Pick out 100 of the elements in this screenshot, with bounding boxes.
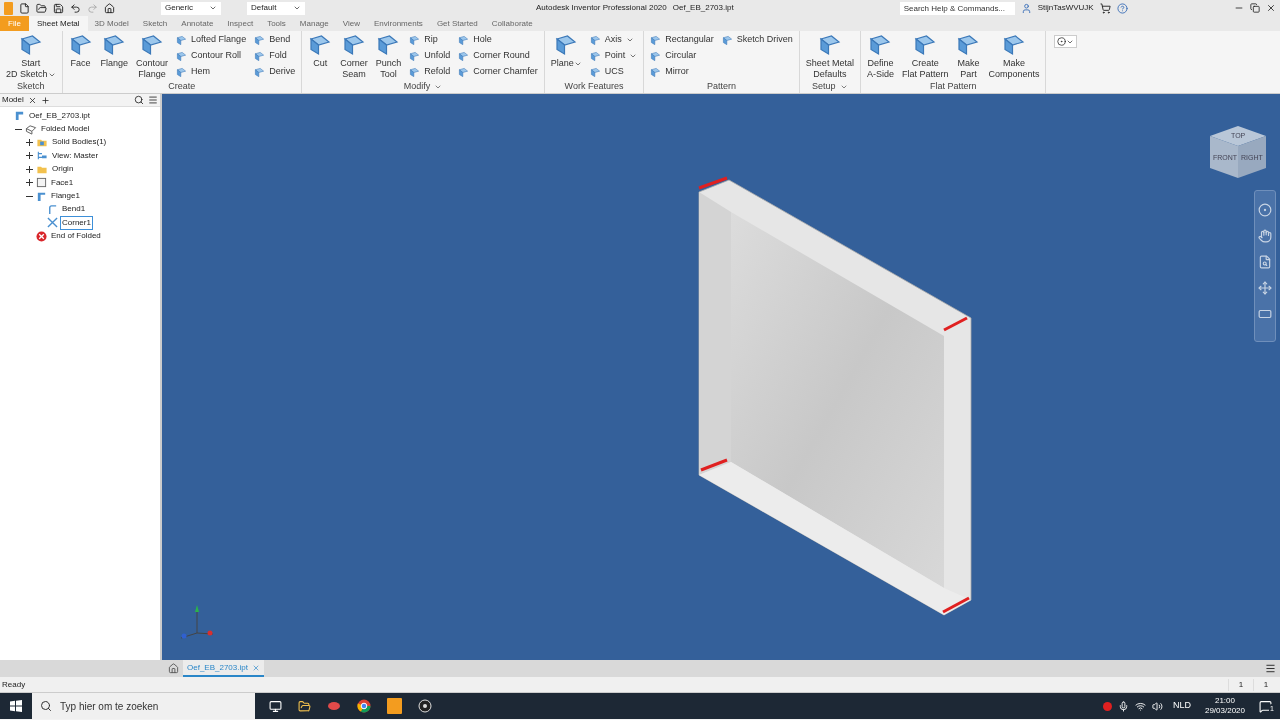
user-icon[interactable] [1020,2,1032,14]
ribbon-tab[interactable]: Environments [366,16,430,31]
ribbon-button[interactable]: Face [64,31,97,81]
ribbon-button[interactable]: Point [589,49,638,63]
ribbon-button[interactable]: Hem [176,65,247,79]
clock-date[interactable]: 29/03/2020 [1204,706,1245,716]
ribbon-tab[interactable]: Collaborate [484,16,540,31]
ribbon-button[interactable]: Bend [254,33,296,47]
ribbon-button[interactable]: Define A-Side [862,31,898,81]
volume-icon[interactable] [1151,700,1163,712]
user-name[interactable]: StijnTasWVUJK [1037,2,1094,14]
sheet-icon [140,33,165,57]
tree-item[interactable]: Folded Model [39,122,92,137]
panel-options-button[interactable] [1054,35,1078,48]
clock-time[interactable]: 21:00 [1214,696,1235,706]
sheet-icon [254,66,266,78]
ribbon-button[interactable]: Start 2D Sketch [2,31,60,81]
expand-icon[interactable] [25,138,33,146]
ribbon-button[interactable]: Flange [96,31,133,81]
home-icon[interactable] [104,2,115,14]
tree-item[interactable]: Solid Bodies(1) [50,135,109,150]
ribbon-button[interactable]: Lofted Flange [176,33,247,47]
zoom-icon[interactable] [1258,255,1272,269]
sheet-icon [650,34,662,46]
tree-item[interactable]: End of Folded [49,229,103,244]
tree-item[interactable]: Face1 [49,175,76,190]
ribbon-button[interactable]: UCS [589,65,638,79]
close-icon[interactable] [27,95,37,105]
ribbon-button[interactable]: Make Components [984,31,1044,81]
ribbon-button[interactable]: Mirror [650,65,714,79]
ribbon-button[interactable]: Cut [304,31,337,81]
undo-icon[interactable] [70,2,81,14]
ribbon-button[interactable]: Sheet Metal Defaults [801,31,858,81]
ribbon-button[interactable]: Corner Round [458,49,538,63]
panel-menu-button[interactable]: Setup [812,80,848,94]
ribbon-button[interactable]: Corner Seam [336,31,372,81]
sheet-icon [68,33,93,57]
ribbon-button[interactable]: Make Part [952,31,985,81]
ribbon-tab[interactable]: Manage [292,16,336,31]
add-icon[interactable] [40,95,50,105]
ribbon-button[interactable]: Derive [254,65,296,79]
notification-icon[interactable] [1259,699,1272,713]
ribbon-button[interactable]: Circular [650,49,714,63]
ribbon-tab[interactable]: 3D Model [87,16,136,31]
tree-item[interactable]: Origin [50,162,76,177]
tree-item[interactable]: Oef_EB_2703.ipt [27,108,92,123]
menu-icon[interactable] [1265,663,1276,674]
save-icon[interactable] [53,2,64,14]
expand-icon[interactable] [25,152,33,160]
browser-icon[interactable] [357,699,371,713]
ribbon-tab[interactable]: View [335,16,367,31]
tree-item[interactable]: Corner1 [60,215,93,230]
document-tab[interactable]: Oef_EB_2703.ipt [183,660,264,677]
help-icon[interactable] [1116,2,1128,14]
expand-icon[interactable] [25,179,33,187]
ribbon-button[interactable]: Rip [409,33,451,47]
ribbon-tab[interactable]: Sketch [135,16,175,31]
panel-menu-button[interactable]: Modify [403,80,443,94]
ribbon-button[interactable]: Axis [589,33,638,47]
open-folder-icon[interactable] [36,2,47,14]
file-explorer-icon[interactable] [298,699,311,713]
expand-icon[interactable] [25,165,33,173]
sheet-icon [308,33,333,57]
language-indicator[interactable]: NLD [1172,699,1191,713]
ribbon-tab[interactable]: Annotate [174,16,221,31]
ribbon-button[interactable]: Fold [254,49,296,63]
ribbon-tab[interactable]: Get Started [429,16,485,31]
ribbon-tab[interactable]: Inspect [220,16,261,31]
windows-logo[interactable] [10,700,22,712]
app-icon[interactable] [327,699,341,713]
ribbon-button[interactable]: Hole [458,33,538,47]
microphone-icon[interactable] [1117,700,1129,712]
tree-item[interactable]: View: Master [50,148,101,163]
ribbon-button[interactable]: Refold [409,65,451,79]
search-icon[interactable] [134,95,144,105]
home-icon[interactable] [168,663,179,674]
search-field[interactable]: Search Help & Commands... [899,1,1015,15]
ribbon-button[interactable]: Rectangular [650,33,714,47]
ribbon-button[interactable]: Corner Chamfer [458,65,538,79]
tree-item[interactable]: Flange1 [49,189,82,204]
restore-icon[interactable] [1250,3,1260,13]
ribbon-button[interactable]: Contour Roll [176,49,247,63]
tree-item[interactable]: Bend1 [60,202,88,217]
cart-icon[interactable] [1099,2,1111,14]
ribbon-button[interactable]: Unfold [409,49,451,63]
ribbon-tab[interactable]: Sheet Metal [28,16,88,31]
ribbon-button[interactable]: Plane [546,31,586,81]
ribbon-tab[interactable]: Tools [260,16,293,31]
close-icon[interactable] [1266,3,1276,13]
new-file-icon[interactable] [19,2,30,14]
browser-tab[interactable]: Model [2,94,24,106]
ribbon-button[interactable]: Punch Tool [371,31,406,81]
ribbon-button[interactable]: Contour Flange [132,31,173,81]
ribbon-button[interactable]: Sketch Driven [721,33,793,47]
ribbon-button[interactable]: Create Flat Pattern [897,31,953,81]
appearance-dropdown[interactable]: Generic [161,1,221,15]
network-icon[interactable] [1134,700,1146,712]
pan-icon[interactable] [1258,229,1272,243]
taskbar-search-field[interactable]: Typ hier om te zoeken [32,693,255,719]
style-dropdown[interactable]: Default [247,1,305,15]
